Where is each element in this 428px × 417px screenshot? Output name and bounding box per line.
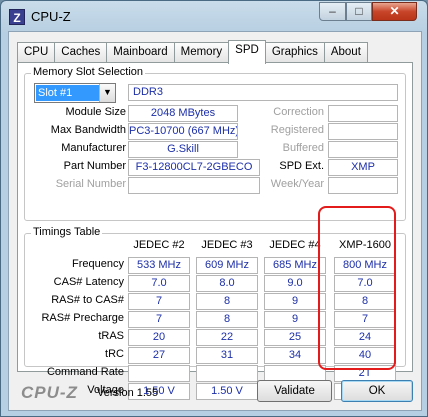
timing-value-field: 8 (196, 293, 258, 310)
client-area: CPU Caches Mainboard Memory SPD Graphics… (8, 31, 422, 411)
minimize-button[interactable]: – (319, 2, 346, 21)
timing-row-label: RAS# to CAS# (51, 294, 124, 306)
tab-spd[interactable]: SPD (228, 40, 266, 64)
chevron-down-icon[interactable]: ▼ (99, 84, 115, 102)
timing-row-label: CAS# Latency (53, 276, 124, 288)
manufacturer-label: Manufacturer (61, 142, 126, 154)
validate-button[interactable]: Validate (257, 380, 332, 402)
timings-column-header: JEDEC #3 (201, 239, 253, 251)
xmp-column-highlight (318, 206, 396, 370)
window-title: CPU-Z (31, 9, 71, 24)
tab-graphics[interactable]: Graphics (264, 42, 325, 63)
maximize-button[interactable]: □ (346, 2, 372, 21)
cpuz-logo: CPU-Z (21, 383, 78, 402)
version-label: Version 1.55 (97, 387, 159, 399)
cpuz-window: Z CPU-Z – □ ✕ CPU Caches Mainboard Memor… (0, 0, 428, 417)
serial-number-label: Serial Number (55, 178, 126, 190)
buffered-field (328, 141, 398, 158)
timing-value-field: 7 (128, 293, 190, 310)
timing-value-field: 31 (196, 347, 258, 364)
timings-column-header: JEDEC #4 (269, 239, 321, 251)
title-bar[interactable]: Z CPU-Z – □ ✕ (1, 1, 427, 31)
timing-row-label: RAS# Precharge (41, 312, 124, 324)
timing-row-label: Frequency (72, 258, 124, 270)
timing-value-field: 533 MHz (128, 257, 190, 274)
timing-value-field: 25 (264, 329, 326, 346)
timing-value-field: 20 (128, 329, 190, 346)
week-year-field (328, 177, 398, 194)
timing-value-field: 8 (196, 311, 258, 328)
buffered-label: Buffered (282, 142, 324, 154)
registered-label: Registered (270, 124, 324, 136)
tab-mainboard[interactable]: Mainboard (106, 42, 175, 63)
week-year-label: Week/Year (270, 178, 324, 190)
timing-value-field: 7 (128, 311, 190, 328)
part-number-label: Part Number (63, 160, 126, 172)
timing-value-field: 9 (264, 293, 326, 310)
timing-value-field: 34 (264, 347, 326, 364)
spd-ext-label: SPD Ext. (279, 160, 324, 172)
part-number-field: F3-12800CL7-2GBECO (128, 159, 260, 176)
timing-value-field: 8.0 (196, 275, 258, 292)
max-bandwidth-label: Max Bandwidth (50, 124, 126, 136)
timing-value-field: 22 (196, 329, 258, 346)
timing-value-field: 27 (128, 347, 190, 364)
slot-select-value: Slot #1 (36, 85, 100, 101)
timing-value-field: 685 MHz (264, 257, 326, 274)
close-button[interactable]: ✕ (372, 2, 417, 21)
timing-value-field: 9.0 (264, 275, 326, 292)
timings-column-header: JEDEC #2 (133, 239, 185, 251)
timing-row-label: tRAS (98, 330, 124, 342)
memory-slot-group-title: Memory Slot Selection (31, 66, 146, 78)
spd-ext-field: XMP (328, 159, 398, 176)
timings-group-title: Timings Table (31, 226, 103, 238)
timing-value-field: 609 MHz (196, 257, 258, 274)
timing-value-field: 9 (264, 311, 326, 328)
cpuz-app-icon: Z (9, 9, 25, 25)
correction-label: Correction (273, 106, 324, 118)
tab-caches[interactable]: Caches (54, 42, 108, 63)
timing-value-field: 7.0 (128, 275, 190, 292)
registered-field (328, 123, 398, 140)
module-size-label: Module Size (65, 106, 126, 118)
correction-field (328, 105, 398, 122)
ok-button[interactable]: OK (341, 380, 413, 402)
manufacturer-field: G.Skill (128, 141, 238, 158)
tab-memory[interactable]: Memory (173, 42, 230, 63)
tab-cpu[interactable]: CPU (17, 42, 56, 63)
timing-row-label: tRC (105, 348, 124, 360)
max-bandwidth-field: PC3-10700 (667 MHz) (128, 123, 238, 140)
slot-select[interactable]: Slot #1 ▼ (34, 83, 116, 103)
tab-about[interactable]: About (323, 42, 368, 63)
footer-bar: CPU-Z Version 1.55 Validate OK (9, 372, 421, 412)
module-size-field: 2048 MBytes (128, 105, 238, 122)
memory-type-field: DDR3 (128, 84, 398, 101)
serial-number-field (128, 177, 260, 194)
tab-strip: CPU Caches Mainboard Memory SPD Graphics… (17, 40, 368, 64)
